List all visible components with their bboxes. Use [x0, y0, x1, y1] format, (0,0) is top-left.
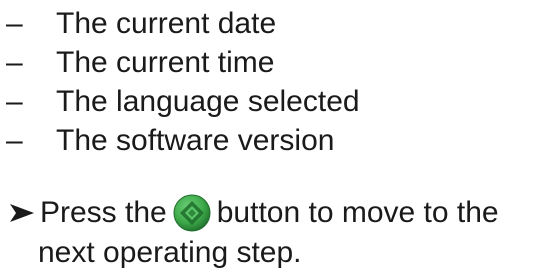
dash-marker: – [6, 7, 23, 40]
instruction-step: Press the button to move to the next ope… [8, 193, 548, 273]
list-item-text: The current time [56, 46, 275, 79]
instruction-line-2: next operating step. [38, 236, 302, 269]
arrowhead-bullet-icon [8, 193, 40, 233]
dash-marker: – [6, 46, 23, 79]
dash-marker: – [6, 85, 23, 118]
instruction-line-1: Press the button to move to the [8, 193, 548, 233]
list-item-text: The language selected [56, 85, 360, 118]
instruction-text-before: Press the [40, 196, 167, 229]
green-start-button-icon [173, 194, 211, 232]
list-item: – The language selected [6, 82, 360, 121]
list-item: – The current date [6, 4, 360, 43]
list-item: – The software version [6, 121, 360, 160]
dash-marker: – [6, 124, 23, 157]
list-item: – The current time [6, 43, 360, 82]
list-item-text: The software version [56, 124, 335, 157]
instruction-text-after: button to move to the [216, 196, 499, 229]
info-list: – The current date – The current time – … [6, 4, 360, 160]
manual-page: – The current date – The current time – … [0, 0, 552, 274]
list-item-text: The current date [56, 7, 277, 40]
